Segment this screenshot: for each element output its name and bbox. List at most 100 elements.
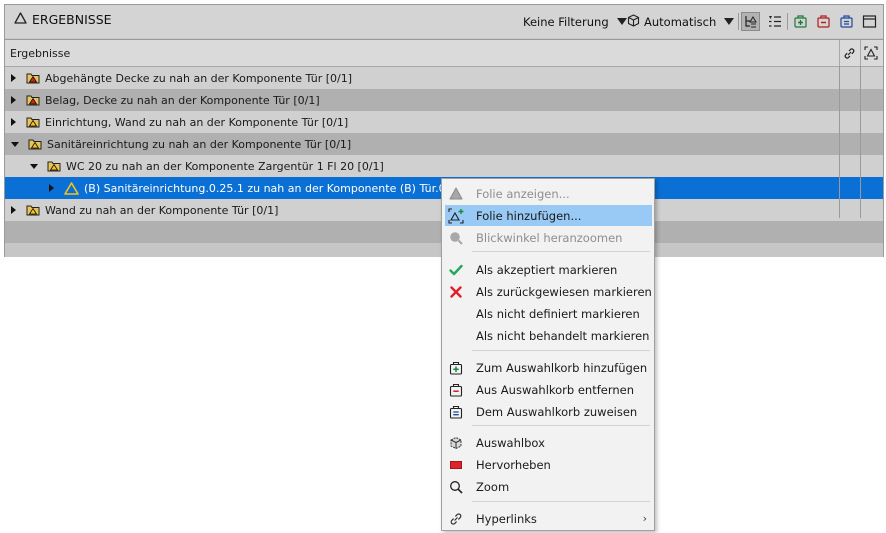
toolbar-divider: [787, 13, 788, 30]
grid-header: Ergebnisse: [5, 40, 883, 67]
menu-item-label: Blickwinkel heranzoomen: [476, 230, 623, 245]
magnifier-icon: [447, 478, 465, 496]
cube-icon: [627, 13, 640, 30]
result-group-label: Belag, Decke zu nah an der Komponente Tü…: [45, 93, 320, 107]
menu-item-basket-assign[interactable]: Dem Auswahlkorb zuweisen: [445, 401, 652, 422]
checkmark-icon: [447, 261, 465, 279]
menu-item-label: Als nicht behandelt markieren: [476, 328, 650, 343]
toolbar-divider: [738, 13, 739, 30]
submenu-arrow-icon: ›: [642, 512, 647, 525]
basket-remove-button[interactable]: [814, 12, 833, 31]
basket-remove-icon: [447, 381, 465, 399]
menu-item-label: Auswahlbox: [476, 435, 545, 450]
magnifier-grey-icon: [447, 229, 465, 247]
menu-item-label: Als akzeptiert markieren: [476, 262, 618, 277]
menu-item-zoom-viewpoint[interactable]: Blickwinkel heranzoomen: [445, 227, 652, 248]
menu-item-mark-unprocessed[interactable]: Als nicht behandelt markieren: [445, 325, 652, 346]
result-group-row[interactable]: Einrichtung, Wand zu nah an der Komponen…: [5, 111, 883, 133]
column-header-viewpoint[interactable]: [860, 40, 880, 66]
folder-error-icon: [26, 72, 40, 84]
menu-item-add-viewpoint[interactable]: Folie hinzufügen...: [445, 205, 652, 226]
menu-item-mark-undefined[interactable]: Als nicht definiert markieren: [445, 303, 652, 324]
viewpoint-icon: [863, 46, 878, 60]
basket-add-icon: [447, 359, 465, 377]
result-item-label: (B) Sanitäreinrichtung.0.25.1 zu nah an …: [84, 181, 464, 195]
menu-separator: [472, 251, 650, 252]
folder-warning-icon: [26, 204, 40, 216]
filter-dropdown[interactable]: Keine Filterung: [523, 12, 627, 31]
expand-arrow-icon[interactable]: [11, 118, 16, 126]
result-group-row[interactable]: Abgehängte Decke zu nah an der Komponent…: [5, 67, 883, 89]
folder-warning-icon: [26, 116, 40, 128]
expand-arrow-icon[interactable]: [49, 184, 54, 192]
highlight-icon: [447, 456, 465, 474]
menu-separator: [472, 350, 650, 351]
column-header-hyperlink[interactable]: [839, 40, 859, 66]
link-icon: [844, 47, 855, 59]
menu-item-label: Folie hinzufügen...: [476, 208, 582, 223]
filter-dropdown-label: Keine Filterung: [523, 14, 609, 29]
result-group-label: Einrichtung, Wand zu nah an der Komponen…: [45, 115, 349, 129]
basket-assign-button[interactable]: [837, 12, 856, 31]
menu-item-basket-remove[interactable]: Aus Auswahlkorb entfernen: [445, 379, 652, 400]
menu-item-label: Hervorheben: [476, 457, 551, 472]
list-view-button[interactable]: [765, 12, 784, 31]
menu-item-label: Zum Auswahlkorb hinzufügen: [476, 360, 648, 375]
column-divider: [860, 66, 861, 218]
cross-icon: [447, 283, 465, 301]
mode-dropdown[interactable]: Automatisch: [627, 12, 735, 31]
menu-item-basket-add[interactable]: Zum Auswahlkorb hinzufügen: [445, 357, 652, 378]
panel-title-text: ERGEBNISSE: [32, 12, 112, 27]
panel-toolbar: ERGEBNISSE Keine Filterung Automatisch: [5, 5, 883, 38]
expand-arrow-icon[interactable]: [11, 96, 16, 104]
menu-item-mark-accepted[interactable]: Als akzeptiert markieren: [445, 259, 652, 280]
menu-item-label: Zoom: [476, 479, 510, 494]
menu-item-mark-rejected[interactable]: Als zurückgewiesen markieren: [445, 281, 652, 302]
chevron-down-icon: [724, 18, 735, 25]
menu-item-zoom[interactable]: Zoom: [445, 476, 652, 497]
basket-add-button[interactable]: [791, 12, 810, 31]
add-viewpoint-icon: [447, 207, 465, 225]
context-menu: Folie anzeigen... Folie hinzufügen... Bl…: [441, 178, 655, 531]
selection-box-icon: [447, 434, 465, 452]
tree-view-icon: [745, 16, 757, 28]
menu-item-label: Folie anzeigen...: [476, 186, 570, 201]
list-view-icon: [769, 16, 781, 27]
folder-warning-icon: [47, 160, 61, 172]
menu-item-show-viewpoint[interactable]: Folie anzeigen...: [445, 183, 652, 204]
triangle-grey-icon: [447, 185, 465, 203]
basket-assign-icon: [447, 403, 465, 421]
result-group-label: Abgehängte Decke zu nah an der Komponent…: [45, 71, 353, 85]
mode-dropdown-label: Automatisch: [644, 14, 717, 29]
link-icon: [447, 510, 465, 528]
result-subgroup-label: WC 20 zu nah an der Komponente Zargentür…: [66, 159, 384, 173]
menu-item-hyperlinks[interactable]: Hyperlinks ›: [445, 508, 652, 529]
menu-item-label: Aus Auswahlkorb entfernen: [476, 382, 635, 397]
basket-assign-icon: [840, 15, 853, 28]
menu-item-label: Als nicht definiert markieren: [476, 306, 640, 321]
folder-error-icon: [26, 94, 40, 106]
menu-item-highlight[interactable]: Hervorheben: [445, 454, 652, 475]
expand-arrow-icon[interactable]: [11, 206, 16, 214]
menu-item-selection-box[interactable]: Auswahlbox: [445, 432, 652, 453]
panel-title: ERGEBNISSE: [14, 12, 112, 27]
column-divider: [839, 66, 840, 218]
basket-add-icon: [794, 15, 807, 28]
menu-item-label: Hyperlinks: [476, 511, 537, 526]
column-header-results[interactable]: Ergebnisse: [10, 47, 70, 60]
menu-separator: [472, 501, 650, 502]
tree-view-button[interactable]: [741, 12, 760, 31]
result-group-label: Sanitäreinrichtung zu nah an der Kompone…: [47, 137, 352, 151]
collapse-arrow-icon[interactable]: [11, 141, 19, 147]
result-group-row[interactable]: Sanitäreinrichtung zu nah an der Kompone…: [5, 133, 883, 155]
result-subgroup-row[interactable]: WC 20 zu nah an der Komponente Zargentür…: [5, 155, 883, 177]
expand-arrow-icon[interactable]: [11, 74, 16, 82]
window-layout-button[interactable]: [860, 12, 879, 31]
menu-separator: [472, 425, 650, 426]
window-layout-icon: [862, 15, 877, 28]
folder-warning-icon: [28, 138, 42, 150]
result-group-row[interactable]: Belag, Decke zu nah an der Komponente Tü…: [5, 89, 883, 111]
menu-item-label: Dem Auswahlkorb zuweisen: [476, 404, 638, 419]
menu-item-label: Als zurückgewiesen markieren: [476, 284, 652, 299]
collapse-arrow-icon[interactable]: [30, 163, 38, 169]
